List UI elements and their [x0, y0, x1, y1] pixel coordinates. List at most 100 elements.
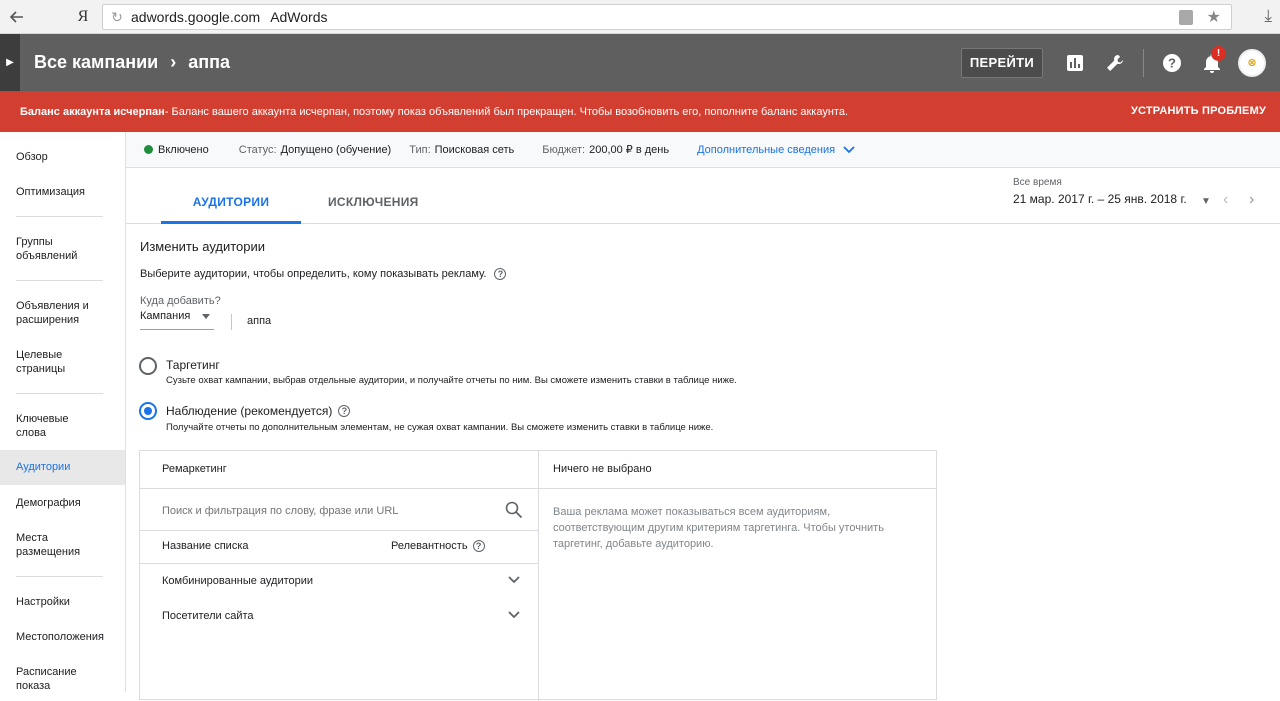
sidebar-item-overview[interactable]: Обзор [0, 150, 125, 164]
svg-text:?: ? [1168, 55, 1176, 70]
protect-icon[interactable] [1179, 10, 1193, 25]
account-alert-banner: Баланс аккаунта исчерпан - Баланс вашего… [0, 91, 1280, 132]
remarketing-header[interactable]: Ремаркетинг [162, 463, 227, 475]
campaign-status-row: Включено Статус: Допущено (обучение) Тип… [126, 132, 1280, 168]
panel-divider [140, 530, 539, 531]
sidebar-divider [16, 576, 103, 577]
budget-value: 200,00 ₽ в день [589, 144, 670, 156]
status-label: Статус: [238, 143, 277, 156]
add-to-select[interactable]: Кампания [140, 310, 214, 330]
remarketing-browser: Ремаркетинг Название списка Релевантност… [140, 451, 539, 701]
fix-problem-button[interactable]: УСТРАНИТЬ ПРОБЛЕМУ [1131, 105, 1266, 117]
address-bar[interactable]: ↻ adwords.google.com AdWords ★ [102, 4, 1232, 30]
targeting-description: Сузьте охват кампании, выбрав отдельные … [166, 375, 737, 386]
audience-selection-panel: Ремаркетинг Название списка Релевантност… [139, 450, 937, 701]
date-dropdown-icon[interactable]: ▼ [1201, 196, 1211, 207]
avatar[interactable]: ⊗ [1238, 48, 1266, 77]
caret-down-icon [202, 314, 210, 319]
tab-exclusions[interactable]: ИСКЛЮЧЕНИЯ [328, 195, 419, 209]
selected-empty-text: Ваша реклама может показываться всем ауд… [553, 506, 884, 550]
breadcrumb-all-campaigns[interactable]: Все кампании [34, 52, 158, 73]
add-to-value: Кампания [140, 310, 191, 322]
column-list-name: Название списка [162, 540, 249, 552]
tab-audiences[interactable]: АУДИТОРИИ [161, 195, 301, 209]
sidebar-item-demographics[interactable]: Демография [0, 496, 125, 510]
date-next-icon[interactable]: › [1249, 191, 1254, 209]
date-range-value: 21 мар. 2017 г. – 25 янв. 2018 г. [1013, 192, 1187, 206]
help-circle-icon[interactable]: ? [494, 268, 507, 280]
add-to-target: аппа [247, 315, 272, 327]
sidebar-item-keywords[interactable]: Ключевые слова [0, 412, 80, 440]
panel-divider [539, 488, 936, 489]
chevron-down-icon [843, 145, 855, 153]
date-prev-icon[interactable]: ‹ [1223, 191, 1228, 209]
page-title: Изменить аудитории [140, 239, 266, 254]
breadcrumb-campaign[interactable]: аппа [188, 52, 230, 73]
tab-bar: АУДИТОРИИ ИСКЛЮЧЕНИЯ Все время 21 мар. 2… [126, 168, 1280, 224]
alert-message: - Баланс вашего аккаунта исчерпан, поэто… [164, 105, 849, 118]
selected-header: Ничего не выбрано [553, 463, 652, 475]
sidebar-item-settings[interactable]: Настройки [0, 595, 125, 609]
observation-title[interactable]: Наблюдение (рекомендуется) ? [166, 404, 351, 418]
browser-toolbar: Я ↻ adwords.google.com AdWords ★ ⤓ [0, 0, 1280, 34]
add-to-divider [231, 314, 232, 330]
notifications-button[interactable]: ! [1192, 34, 1232, 91]
help-circle-icon[interactable]: ? [472, 540, 485, 552]
sidebar-item-optimization[interactable]: Оптимизация [0, 185, 125, 199]
url-domain: adwords.google.com [131, 9, 261, 25]
yandex-logo[interactable]: Я [58, 8, 108, 26]
more-details-label: Дополнительные сведения [697, 143, 836, 156]
date-range-picker[interactable]: Все время 21 мар. 2017 г. – 25 янв. 2018… [1013, 177, 1187, 206]
alert-title: Баланс аккаунта исчерпан [20, 105, 165, 118]
help-circle-icon[interactable]: ? [338, 405, 351, 417]
sidebar-item-placements[interactable]: Места размещения [0, 531, 100, 559]
selected-audiences: Ничего не выбрано Ваша реклама может пок… [539, 451, 937, 701]
column-relevance: Релевантность ? [391, 540, 485, 552]
back-button[interactable] [0, 0, 34, 34]
audience-editor: Изменить аудитории Выберите аудитории, ч… [126, 224, 1280, 701]
sidebar: Обзор Оптимизация Группы объявлений Объя… [0, 132, 126, 692]
app-header: ▶ Все кампании › аппа ПЕРЕЙТИ ? ! ⊗ [0, 34, 1280, 91]
reload-icon[interactable]: ↻ [103, 9, 131, 26]
sidebar-item-locations[interactable]: Местоположения [0, 630, 125, 644]
type-label: Тип: [409, 143, 431, 156]
help-button[interactable]: ? [1152, 34, 1192, 91]
go-button[interactable]: ПЕРЕЙТИ [960, 47, 1043, 78]
targeting-radio[interactable] [139, 357, 157, 375]
arrow-left-icon [9, 10, 23, 23]
more-details-link[interactable]: Дополнительные сведения [697, 144, 855, 156]
download-icon[interactable]: ⤓ [1264, 6, 1272, 26]
sidebar-item-ad-schedule[interactable]: Расписание показа [0, 665, 80, 693]
tools-button[interactable] [1095, 34, 1135, 91]
sidebar-item-landing-pages[interactable]: Целевые страницы [0, 348, 80, 376]
observation-title-text: Наблюдение (рекомендуется) [166, 404, 333, 418]
sidebar-divider [16, 393, 103, 394]
chevron-down-icon[interactable] [507, 573, 521, 587]
targeting-title[interactable]: Таргетинг [166, 358, 220, 372]
notification-badge: ! [1211, 46, 1226, 61]
type-value: Поисковая сеть [434, 143, 515, 156]
panel-divider [140, 488, 539, 489]
observation-radio[interactable] [139, 402, 157, 420]
caret-right-icon: ▶ [6, 57, 14, 68]
star-icon[interactable]: ★ [1207, 7, 1221, 27]
status-enabled-icon [144, 145, 153, 154]
add-to-label: Куда добавить? [140, 295, 221, 307]
reports-button[interactable] [1055, 34, 1095, 91]
sidebar-item-ad-groups[interactable]: Группы объявлений [0, 235, 100, 263]
status-state[interactable]: Включено [158, 144, 209, 156]
bar-chart-icon [1067, 54, 1083, 71]
nav-expand-button[interactable]: ▶ [0, 34, 20, 91]
observation-description: Получайте отчеты по дополнительным элеме… [166, 422, 714, 433]
breadcrumb: Все кампании › аппа [34, 52, 230, 73]
list-item-label: Посетители сайта [162, 610, 254, 622]
description-text: Выберите аудитории, чтобы определить, ко… [140, 268, 487, 280]
chevron-down-icon[interactable] [507, 608, 521, 622]
sidebar-item-ads-extensions[interactable]: Объявления и расширения [0, 299, 100, 327]
search-input[interactable] [162, 501, 523, 521]
list-item[interactable]: Посетители сайта [162, 610, 523, 622]
search-icon[interactable] [505, 501, 523, 519]
sidebar-item-audiences[interactable]: Аудитории [0, 450, 125, 485]
list-item[interactable]: Комбинированные аудитории [162, 575, 523, 587]
wrench-icon [1107, 54, 1123, 71]
